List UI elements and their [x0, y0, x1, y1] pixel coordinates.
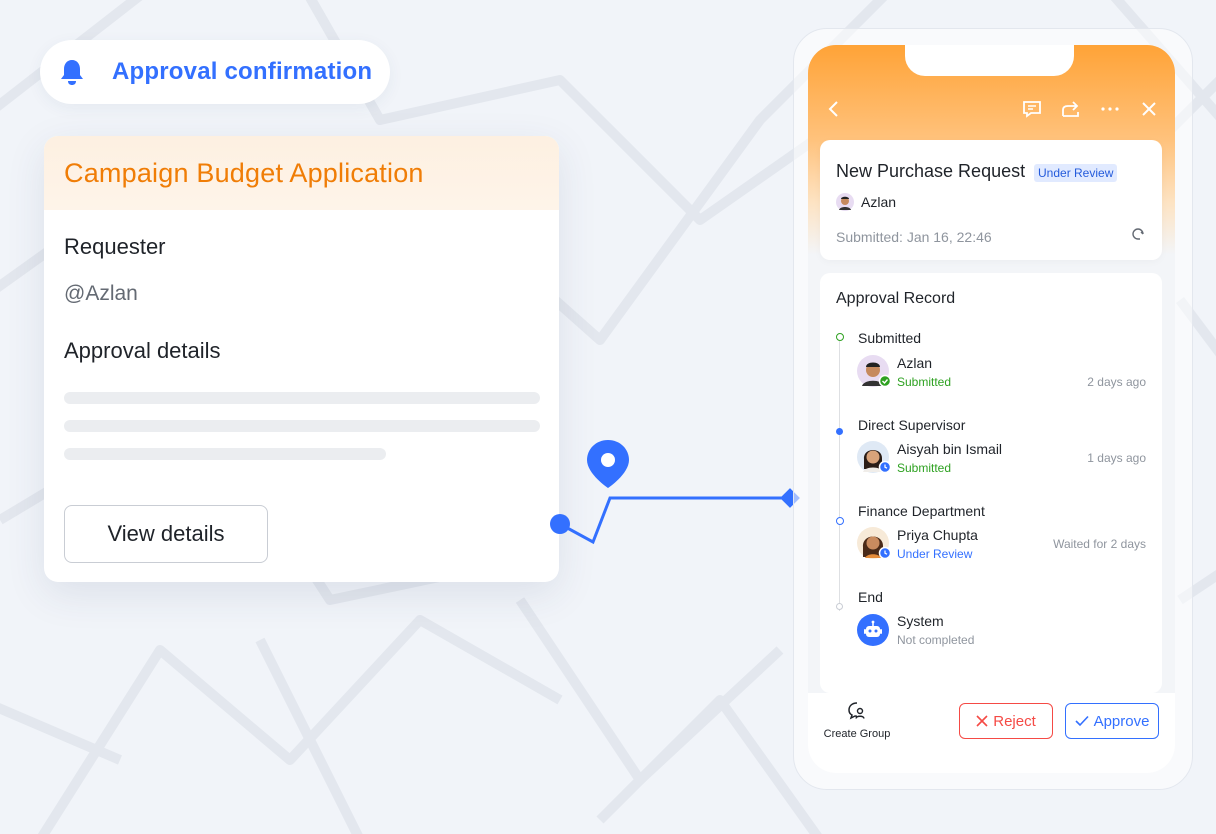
- reject-button[interactable]: Reject: [959, 703, 1053, 739]
- back-icon[interactable]: [822, 97, 846, 121]
- action-bar: Create Group Reject Approve: [808, 693, 1175, 773]
- avatar: [836, 193, 854, 211]
- close-icon: [976, 715, 988, 727]
- application-card: Campaign Budget Application Requester @A…: [44, 136, 559, 582]
- requester-label: Requester: [64, 234, 166, 259]
- approve-button[interactable]: Approve: [1065, 703, 1159, 739]
- placeholder-line: [64, 448, 386, 460]
- phone-notch: [905, 45, 1074, 76]
- avatar: [857, 441, 892, 474]
- card-title: Campaign Budget Application: [64, 158, 424, 188]
- create-group-button[interactable]: Create Group: [820, 701, 894, 740]
- create-group-label: Create Group: [823, 728, 891, 740]
- approver-name: Aisyah bin Ismail: [897, 441, 1003, 457]
- approval-notification: Approval confirmation: [40, 40, 390, 104]
- submitted-time: Submitted: Jan 16, 22:46: [836, 229, 992, 245]
- placeholder-line: [64, 420, 540, 432]
- step-time: 2 days ago: [1087, 375, 1146, 389]
- timeline-dot: [835, 333, 844, 341]
- step-title: Direct Supervisor: [858, 417, 966, 433]
- approver-status: Not completed: [897, 633, 975, 647]
- status-badge: Under Review: [1034, 164, 1118, 182]
- refresh-icon[interactable]: [1130, 226, 1146, 247]
- approve-label: Approve: [1093, 712, 1150, 730]
- timeline-dot: [836, 428, 843, 435]
- view-details-button[interactable]: View details: [64, 505, 268, 563]
- more-icon[interactable]: [1098, 97, 1122, 121]
- approval-record-title: Approval Record: [836, 290, 956, 307]
- create-group-icon: [848, 702, 865, 720]
- request-summary-card: New Purchase Request Under Review Azlan …: [820, 140, 1162, 260]
- card-body: Requester @Azlan Approval details: [44, 210, 559, 460]
- phone-screen: New Purchase Request Under Review Azlan …: [808, 45, 1175, 773]
- approver-name: Azlan: [897, 355, 933, 371]
- approver-name: Priya Chupta: [897, 527, 978, 543]
- request-user: Azlan: [836, 193, 896, 211]
- location-pin-icon: [587, 440, 629, 488]
- avatar: [857, 355, 892, 388]
- placeholder-line: [64, 392, 540, 404]
- reject-label: Reject: [993, 712, 1036, 730]
- approval-details-label: Approval details: [64, 338, 221, 363]
- connector-start-dot: [550, 514, 570, 534]
- card-header: Campaign Budget Application: [44, 136, 559, 210]
- approver-name: System: [897, 613, 944, 629]
- step-time: 1 days ago: [1087, 451, 1146, 465]
- approver-status: Under Review: [897, 547, 973, 561]
- comment-icon[interactable]: [1020, 97, 1044, 121]
- robot-icon: [857, 614, 889, 646]
- timeline-dot: [835, 517, 844, 525]
- step-time: Waited for 2 days: [1053, 537, 1146, 551]
- step-title: Submitted: [858, 330, 922, 346]
- timeline-line: [839, 341, 840, 611]
- avatar: [857, 527, 892, 560]
- request-title: New Purchase Request: [836, 161, 1026, 181]
- notification-title: Approval confirmation: [112, 58, 373, 85]
- timeline-dot: [836, 603, 843, 610]
- requester-value: @Azlan: [64, 282, 138, 305]
- approval-record-card: Approval Record Submitted Azlan Submitte…: [820, 273, 1162, 693]
- close-icon[interactable]: [1137, 97, 1161, 121]
- check-icon: [1074, 715, 1089, 727]
- bell-icon: [56, 56, 88, 88]
- request-user-name: Azlan: [861, 194, 897, 210]
- phone-toolbar: [808, 97, 1175, 123]
- flow-connector: [550, 440, 800, 545]
- approver-status: Submitted: [897, 375, 952, 389]
- share-icon[interactable]: [1059, 97, 1083, 121]
- step-title: End: [858, 589, 883, 605]
- step-title: Finance Department: [858, 503, 985, 519]
- approver-status: Submitted: [897, 461, 952, 475]
